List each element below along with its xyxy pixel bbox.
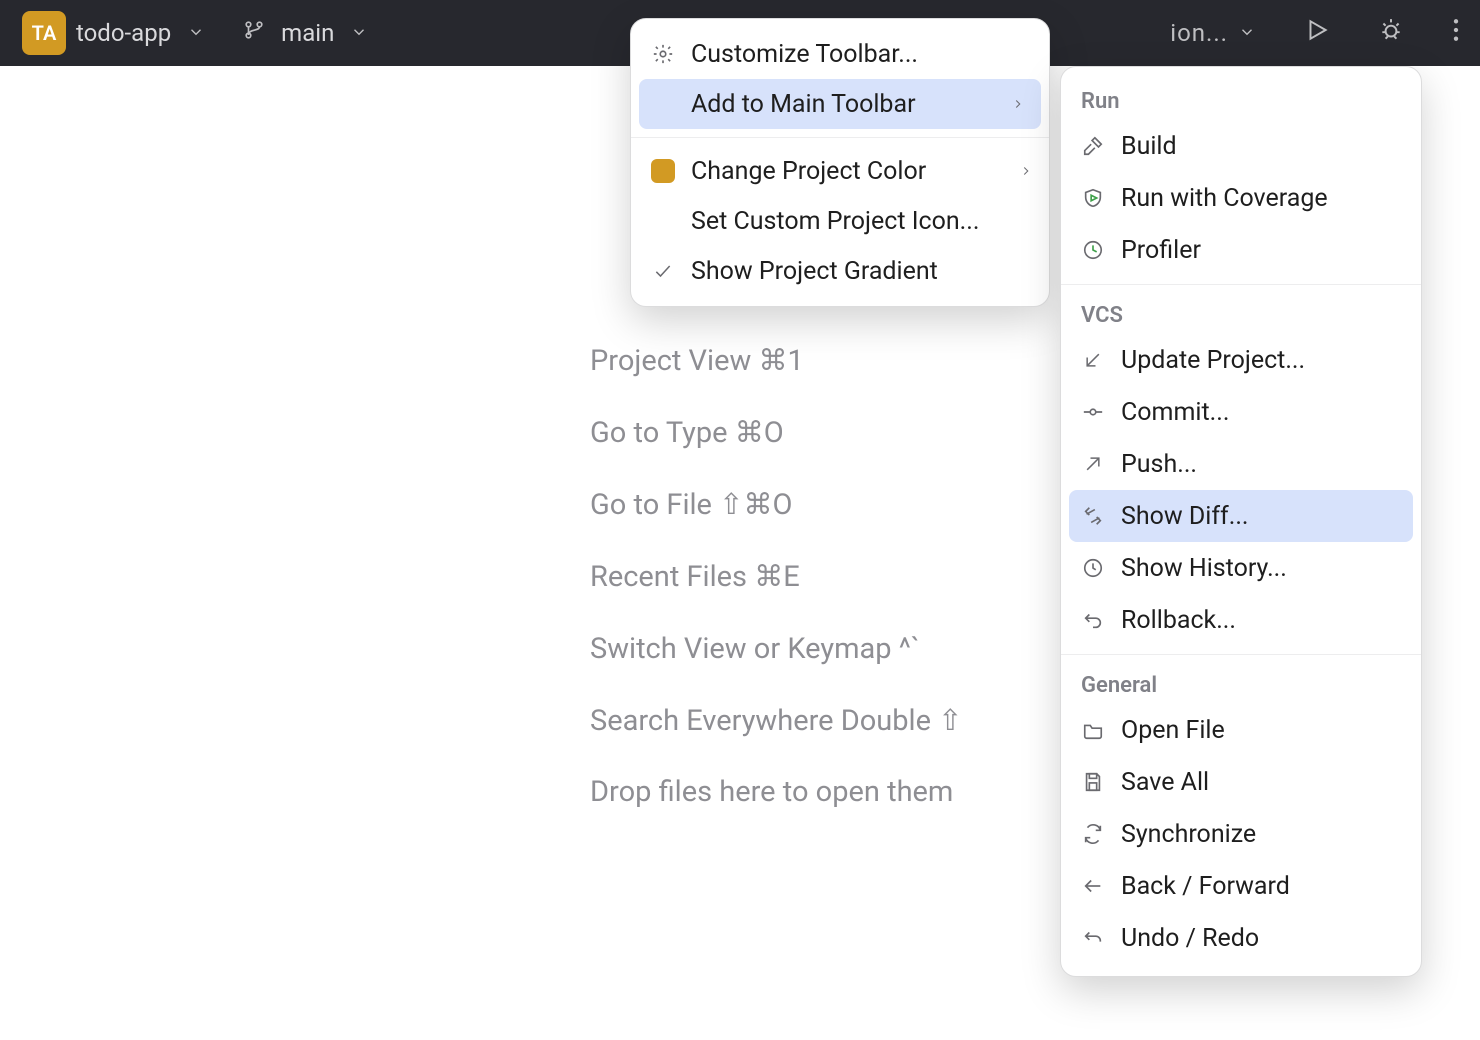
chevron-down-icon[interactable] xyxy=(187,19,205,47)
arrow-left-icon xyxy=(1079,875,1107,897)
menu-item-label: Customize Toolbar... xyxy=(691,40,918,69)
menu-item-set-custom-project-icon[interactable]: Set Custom Project Icon... xyxy=(631,196,1049,246)
menu-item-open-file[interactable]: Open File xyxy=(1061,704,1421,756)
hint-label: Search Everywhere xyxy=(590,704,834,738)
clock-icon xyxy=(1079,557,1107,579)
menu-item-rollback[interactable]: Rollback... xyxy=(1061,594,1421,646)
separator xyxy=(631,137,1049,138)
menu-item-label: Show Project Gradient xyxy=(691,257,938,286)
menu-item-label: Undo / Redo xyxy=(1121,924,1259,953)
project-color-swatch-icon xyxy=(649,159,677,183)
menu-item-label: Add to Main Toolbar xyxy=(691,90,916,119)
section-heading-vcs: VCS xyxy=(1061,293,1421,334)
separator xyxy=(1061,654,1421,655)
commit-icon xyxy=(1079,401,1107,423)
menu-item-run-with-coverage[interactable]: Run with Coverage xyxy=(1061,172,1421,224)
menu-item-label: Synchronize xyxy=(1121,820,1256,849)
hammer-icon xyxy=(1079,135,1107,157)
hint-shortcut: ⌘O xyxy=(735,416,784,450)
menu-item-show-diff[interactable]: Show Diff... xyxy=(1069,490,1413,542)
hint-label: Drop files here to open them xyxy=(590,775,953,809)
section-heading-run: Run xyxy=(1061,79,1421,120)
menu-item-push[interactable]: Push... xyxy=(1061,438,1421,490)
menu-item-undo-redo[interactable]: Undo / Redo xyxy=(1061,912,1421,964)
menu-item-change-project-color[interactable]: Change Project Color xyxy=(631,146,1049,196)
branch-icon[interactable] xyxy=(243,19,265,47)
menu-item-label: Run with Coverage xyxy=(1121,184,1328,213)
menu-item-label: Change Project Color xyxy=(691,157,926,186)
chevron-right-icon xyxy=(1019,159,1033,184)
more-icon[interactable] xyxy=(1452,17,1460,49)
welcome-hints: Project View ⌘1 Go to Type ⌘O Go to File… xyxy=(590,326,962,829)
menu-item-customize-toolbar[interactable]: Customize Toolbar... xyxy=(631,29,1049,79)
rollback-icon xyxy=(1079,609,1107,631)
branch-name[interactable]: main xyxy=(281,19,334,47)
hint-label: Project View xyxy=(590,344,751,378)
menu-item-label: Back / Forward xyxy=(1121,872,1290,901)
folder-icon xyxy=(1079,719,1107,741)
separator xyxy=(1061,284,1421,285)
hint-shortcut: Double ⇧ xyxy=(841,704,963,738)
hint-label: Switch View or Keymap xyxy=(590,632,892,666)
diff-icon xyxy=(1079,505,1107,527)
hint-label: Go to File xyxy=(590,488,712,522)
project-badge[interactable]: TA xyxy=(22,11,66,55)
hint-shortcut: ⌘E xyxy=(754,560,799,594)
menu-item-profiler[interactable]: Profiler xyxy=(1061,224,1421,276)
menu-item-update-project[interactable]: Update Project... xyxy=(1061,334,1421,386)
menu-item-label: Update Project... xyxy=(1121,346,1305,375)
menu-item-label: Build xyxy=(1121,132,1177,161)
context-menu-toolbar: Customize Toolbar... Add to Main Toolbar… xyxy=(630,18,1050,307)
menu-item-label: Show Diff... xyxy=(1121,502,1249,531)
profiler-icon xyxy=(1079,239,1107,261)
hint-label: Recent Files xyxy=(590,560,747,594)
menu-item-label: Commit... xyxy=(1121,398,1229,427)
menu-item-synchronize[interactable]: Synchronize xyxy=(1061,808,1421,860)
run-config-label-partial[interactable]: ion... xyxy=(1170,19,1228,47)
hint-shortcut: ⇧⌘O xyxy=(719,488,792,522)
menu-item-label: Profiler xyxy=(1121,236,1201,265)
gear-icon xyxy=(649,43,677,65)
chevron-down-icon[interactable] xyxy=(350,19,368,47)
sync-icon xyxy=(1079,823,1107,845)
submenu-add-to-main-toolbar: Run Build Run with Coverage Profiler VCS… xyxy=(1060,66,1422,977)
menu-item-label: Open File xyxy=(1121,716,1225,745)
undo-icon xyxy=(1079,927,1107,949)
arrow-up-right-icon xyxy=(1079,454,1107,474)
checkmark-icon xyxy=(649,261,677,281)
arrow-down-left-icon xyxy=(1079,350,1107,370)
menu-item-label: Save All xyxy=(1121,768,1209,797)
menu-item-add-to-main-toolbar[interactable]: Add to Main Toolbar xyxy=(639,79,1041,129)
chevron-right-icon xyxy=(1011,92,1025,117)
section-heading-general: General xyxy=(1061,663,1421,704)
menu-item-back-forward[interactable]: Back / Forward xyxy=(1061,860,1421,912)
menu-item-label: Rollback... xyxy=(1121,606,1236,635)
menu-item-commit[interactable]: Commit... xyxy=(1061,386,1421,438)
menu-item-label: Push... xyxy=(1121,450,1197,479)
hint-shortcut: ⌘1 xyxy=(758,344,803,378)
menu-item-show-history[interactable]: Show History... xyxy=(1061,542,1421,594)
shield-play-icon xyxy=(1079,187,1107,209)
project-name[interactable]: todo-app xyxy=(76,19,171,47)
run-icon[interactable] xyxy=(1304,17,1330,49)
menu-item-build[interactable]: Build xyxy=(1061,120,1421,172)
menu-item-show-project-gradient[interactable]: Show Project Gradient xyxy=(631,246,1049,296)
save-icon xyxy=(1079,771,1107,793)
debug-icon[interactable] xyxy=(1378,17,1404,49)
hint-label: Go to Type xyxy=(590,416,728,450)
menu-item-save-all[interactable]: Save All xyxy=(1061,756,1421,808)
menu-item-label: Set Custom Project Icon... xyxy=(691,207,979,236)
chevron-down-icon[interactable] xyxy=(1238,19,1256,47)
menu-item-label: Show History... xyxy=(1121,554,1287,583)
hint-shortcut: ^` xyxy=(899,632,920,666)
